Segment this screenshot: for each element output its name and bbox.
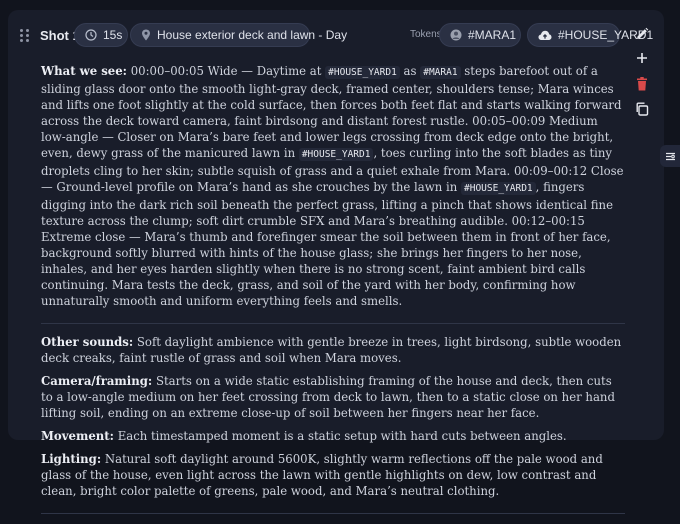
other-sounds-label: Other sounds:	[41, 335, 134, 349]
lighting-section: Lighting: Natural soft daylight around 5…	[41, 451, 625, 499]
what-we-see-text: as	[399, 64, 421, 78]
shot-card: Shot 1 15s House exterior deck and lawn …	[8, 10, 664, 514]
what-we-see-section: What we see: 00:00–00:05 Wide — Daytime …	[41, 63, 625, 309]
clock-icon	[85, 29, 97, 41]
drag-handle-icon[interactable]	[20, 29, 30, 42]
section-divider	[41, 323, 625, 324]
movement-text: Each timestamped moment is a static setu…	[113, 429, 567, 443]
movement-label: Movement:	[41, 429, 114, 443]
copy-icon[interactable]	[632, 99, 652, 119]
duration-value: 15s	[103, 28, 123, 42]
what-we-see-label: What we see:	[41, 64, 127, 78]
duration-pill[interactable]: 15s	[74, 23, 128, 47]
what-we-see-text: 00:00–00:05 Wide — Daytime at	[127, 64, 326, 78]
shot-toolbar: Shot 1 15s House exterior deck and lawn …	[8, 10, 664, 116]
section-divider	[41, 513, 625, 514]
other-sounds-section: Other sounds: Soft daylight ambience wit…	[41, 334, 625, 366]
camera-label: Camera/framing:	[41, 374, 153, 388]
lighting-label: Lighting:	[41, 452, 102, 466]
person-token-icon	[450, 29, 462, 41]
pencil-icon[interactable]	[632, 24, 652, 44]
what-we-see-text: , fingers digging into the dark rich soi…	[41, 180, 614, 308]
map-pin-icon	[142, 29, 150, 41]
token-ref-house-yard: #HOUSE_YARD1	[298, 148, 374, 161]
location-value: House exterior deck and lawn - Day	[157, 28, 348, 42]
token-ref-house-yard: #HOUSE_YARD1	[325, 66, 400, 79]
trash-icon[interactable]	[632, 74, 652, 94]
token-ref-house-yard: #HOUSE_YARD1	[461, 182, 536, 195]
movement-section: Movement: Each timestamped moment is a s…	[41, 428, 625, 444]
token-ref-mara: #MARA1	[420, 66, 461, 79]
shot-description: What we see: 00:00–00:05 Wide — Daytime …	[41, 63, 625, 524]
plus-icon[interactable]	[632, 48, 652, 68]
token-chip-house-yard[interactable]: #HOUSE_YARD1	[527, 23, 653, 47]
settings-toggle-icon[interactable]	[660, 145, 680, 167]
token-chip-mara[interactable]: #MARA1	[439, 23, 521, 47]
token-mara-label: #MARA1	[468, 28, 517, 42]
camera-section: Camera/framing: Starts on a wide static …	[41, 373, 625, 421]
lighting-text: Natural soft daylight around 5600K, slig…	[41, 452, 603, 498]
cloud-upload-icon	[538, 30, 552, 40]
location-pill[interactable]: House exterior deck and lawn - Day	[130, 23, 347, 47]
